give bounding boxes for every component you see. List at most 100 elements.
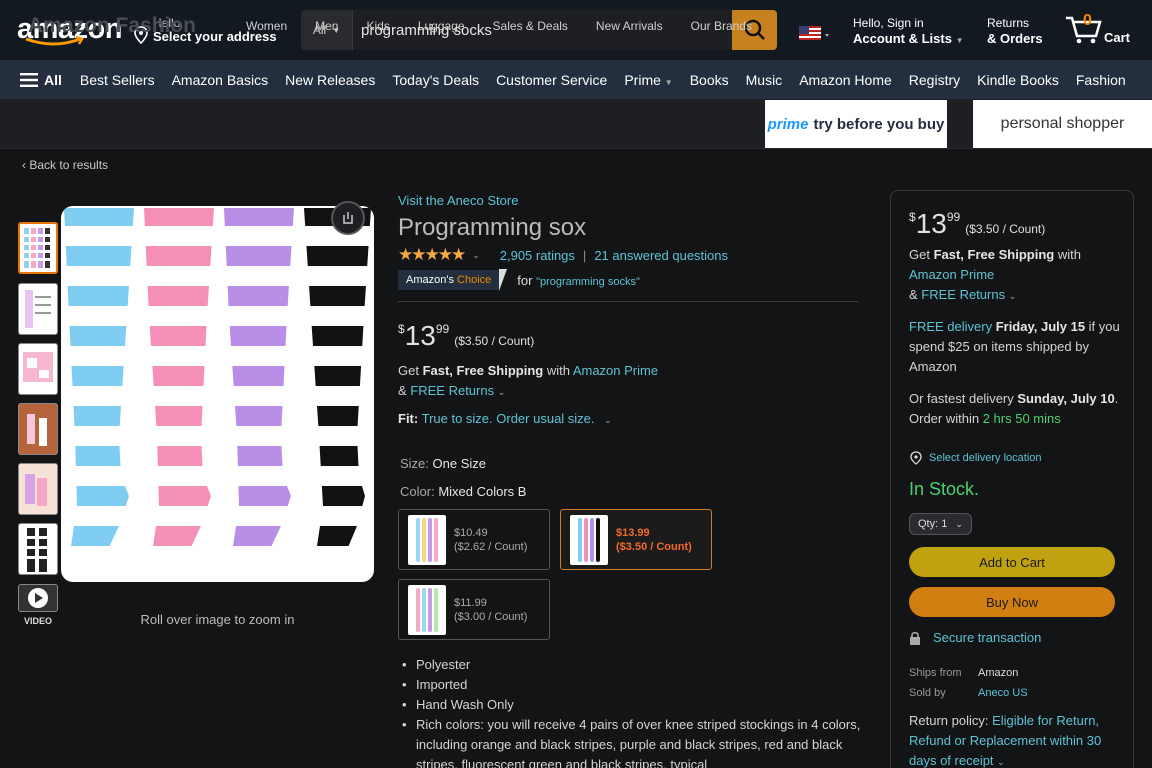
choice-query-link[interactable]: "programming socks" (536, 276, 640, 288)
share-button[interactable] (331, 201, 365, 235)
choice-for-label: for "programming socks" (517, 272, 640, 288)
cart-count: 0 (1083, 12, 1092, 29)
nav-item-amazon-home[interactable]: Amazon Home (799, 72, 892, 88)
amazons-choice-badge: Amazon's Choice (398, 270, 500, 290)
nav-item-amazon-basics[interactable]: Amazon Basics (172, 72, 268, 88)
play-icon (28, 588, 48, 608)
image-thumbnail[interactable] (18, 222, 58, 274)
ratings-count-link[interactable]: 2,905 ratings (500, 248, 575, 263)
socks-thumbnail-image (23, 228, 51, 268)
quantity-select[interactable]: Qty: 1 ⌄ (909, 513, 972, 535)
feature-bullets: Polyester Imported Hand Wash Only Rich c… (402, 655, 862, 768)
zoom-hint: Roll over image to zoom in (140, 612, 295, 627)
size-info: Size: One Size (400, 456, 487, 471)
image-thumbnail[interactable] (18, 403, 58, 455)
bullet-item: Polyester (402, 655, 862, 675)
caret-down-icon: ▼ (664, 77, 673, 87)
image-thumbnail[interactable] (18, 343, 58, 395)
fashion-link-our-brands[interactable]: Our Brands (691, 19, 752, 33)
fashion-link-luggage[interactable]: Luggage (418, 19, 465, 33)
swatch-image (570, 514, 608, 565)
chevron-down-icon: ⌄ (955, 518, 963, 529)
us-flag-icon[interactable] (799, 26, 833, 42)
product-price: $1399($3.50 / Count) (398, 320, 535, 351)
account-menu[interactable]: Hello, Sign in Account & Lists ▼ (853, 16, 964, 48)
color-info: Color: Mixed Colors B (400, 484, 527, 499)
swatch-image (408, 584, 446, 635)
color-swatch[interactable]: $10.49 ($2.62 / Count) (398, 509, 550, 570)
shipping-info: Get Fast, Free Shipping with Amazon Prim… (398, 363, 659, 398)
fashion-title[interactable]: Amazon Fashion (28, 14, 196, 38)
ships-sold-info: Ships from Amazon Sold by Aneco US (909, 667, 1028, 699)
account-label: Account & Lists (853, 31, 952, 46)
orders-label: & Orders (987, 31, 1043, 46)
fastest-delivery-info: Or fastest delivery Sunday, July 10. Ord… (909, 391, 1119, 426)
answered-questions-link[interactable]: 21 answered questions (594, 248, 728, 263)
personal-shopper-banner[interactable]: personal shopper (973, 100, 1152, 148)
select-delivery-location-link[interactable]: Select delivery location (909, 451, 1042, 465)
swatch-image (408, 514, 446, 565)
fashion-link-women[interactable]: Women (246, 19, 287, 33)
star-rating-icon[interactable]: ★★★★★ (398, 245, 466, 265)
nav-item-customer-service[interactable]: Customer Service (496, 72, 607, 88)
lifestyle-thumbnail-image (19, 404, 57, 454)
fashion-links: Women Men Kids Luggage Sales & Deals New… (246, 19, 780, 33)
color-swatch-selected[interactable]: $13.99 ($3.50 / Count) (560, 509, 712, 570)
chevron-down-icon[interactable]: ⌄ (472, 250, 480, 261)
prime-banner-text: try before you buy (813, 115, 945, 133)
separator: | (582, 247, 587, 263)
chevron-down-icon[interactable]: ⌄ (498, 387, 506, 397)
nav-item-registry[interactable]: Registry (909, 72, 960, 88)
secure-transaction-link[interactable]: Secure transaction (909, 630, 1041, 645)
nav-item-todays-deals[interactable]: Today's Deals (392, 72, 479, 88)
buy-now-button[interactable]: Buy Now (909, 587, 1115, 617)
add-to-cart-button[interactable]: Add to Cart (909, 547, 1115, 577)
cart-label[interactable]: Cart (1104, 30, 1130, 45)
amazons-choice-row: Amazon's Choice for "programming socks" (398, 269, 640, 291)
nav-item-books[interactable]: Books (690, 72, 729, 88)
free-returns-link[interactable]: FREE Returns (410, 383, 494, 398)
back-to-results-link[interactable]: ‹ Back to results (22, 158, 108, 172)
lock-icon (910, 631, 920, 645)
free-delivery-link[interactable]: FREE delivery (909, 319, 992, 334)
return-policy: Return policy: Eligible for Return, Refu… (909, 713, 1102, 768)
fit-link[interactable]: True to size. Order usual size. (422, 411, 595, 426)
fashion-link-men[interactable]: Men (315, 19, 338, 33)
returns-orders-link[interactable]: Returns & Orders (987, 16, 1043, 46)
nav-item-new-releases[interactable]: New Releases (285, 72, 375, 88)
amazon-prime-link[interactable]: Amazon Prime (573, 363, 658, 378)
hamburger-icon (20, 72, 38, 87)
image-thumbnail[interactable] (18, 463, 58, 515)
fashion-link-sales-deals[interactable]: Sales & Deals (493, 19, 568, 33)
buybox-price: $1399($3.50 / Count) (909, 208, 1046, 239)
store-link[interactable]: Visit the Aneco Store (398, 193, 518, 208)
product-title: Programming sox (398, 214, 587, 241)
video-thumbnail[interactable] (18, 584, 58, 612)
fashion-link-kids[interactable]: Kids (366, 19, 389, 33)
product-main-image[interactable] (61, 206, 374, 582)
pink-socks-thumbnail-image (23, 352, 53, 382)
amazon-prime-link[interactable]: Amazon Prime (909, 267, 994, 282)
nav-item-music[interactable]: Music (746, 72, 783, 88)
size-chart-thumbnail-image (25, 290, 51, 328)
chevron-down-icon[interactable]: ⌄ (604, 415, 612, 425)
nav-all-menu[interactable]: All (20, 72, 62, 88)
chevron-down-icon[interactable]: ⌄ (1009, 291, 1017, 301)
color-swatch[interactable]: $11.99 ($3.00 / Count) (398, 579, 550, 640)
image-thumbnail[interactable] (18, 283, 58, 335)
black-socks-thumbnail-image (25, 528, 49, 572)
image-thumbnail[interactable] (18, 523, 58, 575)
seller-link[interactable]: Aneco US (978, 687, 1028, 699)
share-icon (343, 212, 353, 224)
nav-item-prime[interactable]: Prime ▼ (624, 72, 672, 88)
nav-item-kindle-books[interactable]: Kindle Books (977, 72, 1059, 88)
nav-item-fashion[interactable]: Fashion (1076, 72, 1126, 88)
fashion-link-new-arrivals[interactable]: New Arrivals (596, 19, 663, 33)
nav-item-best-sellers[interactable]: Best Sellers (80, 72, 155, 88)
packaging-thumbnail-image (19, 464, 57, 514)
free-returns-link[interactable]: FREE Returns (921, 287, 1005, 302)
chevron-down-icon[interactable]: ⌄ (997, 757, 1005, 767)
badge-tail (499, 269, 508, 291)
bullet-item: Rich colors: you will receive 4 pairs of… (402, 715, 862, 768)
prime-try-before-you-buy-banner[interactable]: prime try before you buy (765, 100, 947, 148)
